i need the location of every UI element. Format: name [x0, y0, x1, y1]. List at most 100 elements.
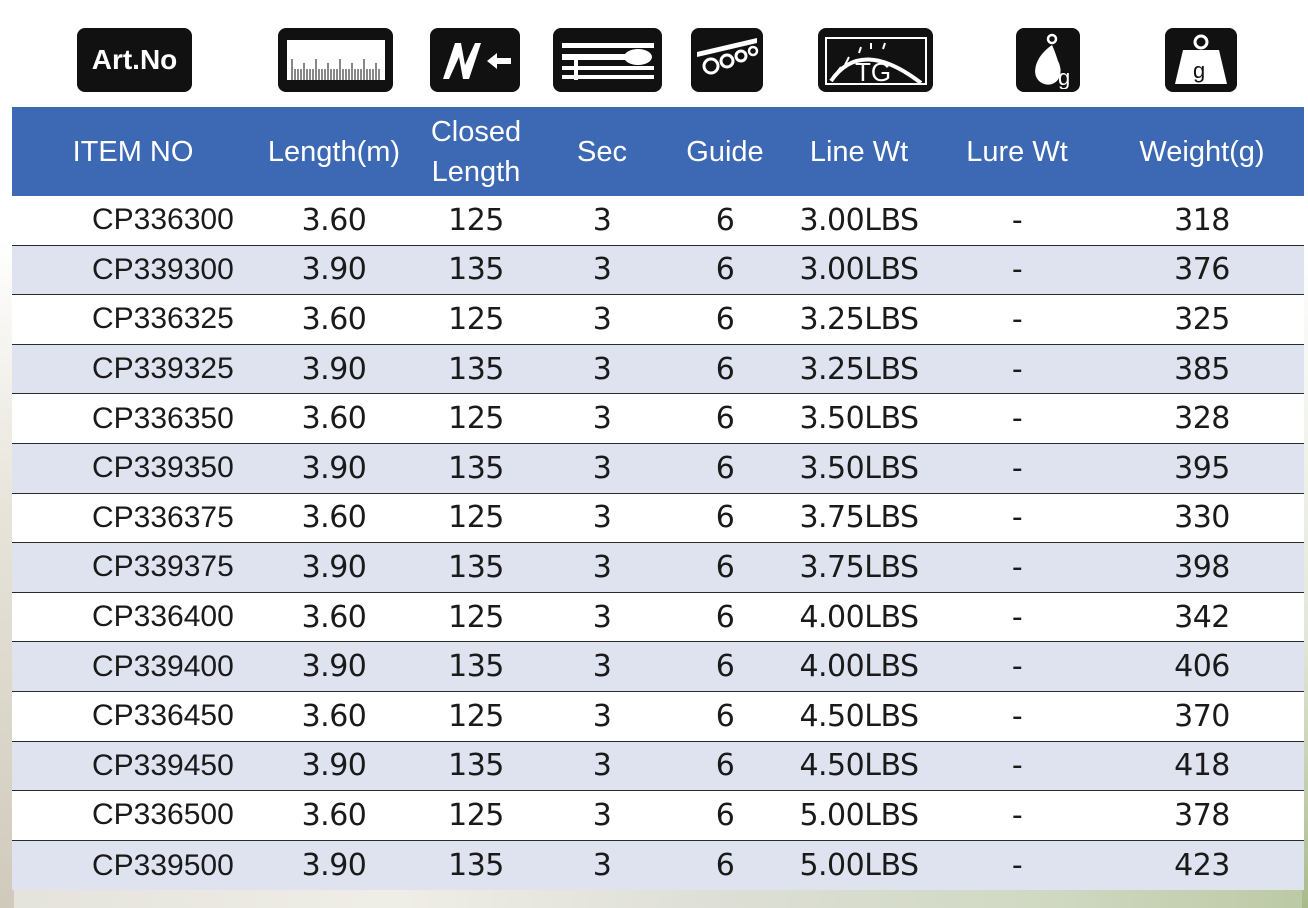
header-weight: Weight(g): [1139, 135, 1265, 168]
icon-legend-row: Art.No TG g g: [0, 28, 1308, 94]
cell-weight: 330: [1174, 500, 1230, 536]
cell-length: 3.60: [301, 401, 367, 437]
cell-closed-length: 125: [448, 797, 504, 833]
cell-length: 3.60: [301, 797, 367, 833]
header-lure-wt: Lure Wt: [966, 135, 1068, 168]
cell-sec: 3: [592, 202, 612, 238]
art-no-icon: Art.No: [77, 28, 192, 92]
cell-lure-wt: -: [1011, 500, 1023, 536]
cell-item-no: CP336300: [92, 203, 234, 237]
cell-line-wt: 4.00LBS: [799, 599, 919, 635]
cell-item-no: CP339400: [92, 649, 234, 683]
cell-weight: 406: [1174, 649, 1230, 685]
header-guide: Guide: [686, 135, 764, 168]
cell-line-wt: 3.25LBS: [799, 301, 919, 337]
cell-weight: 342: [1174, 599, 1230, 635]
cell-closed-length: 135: [448, 649, 504, 685]
cell-guide: 6: [715, 599, 735, 635]
cell-weight: 328: [1174, 401, 1230, 437]
cell-closed-length: 125: [448, 500, 504, 536]
cell-sec: 3: [592, 301, 612, 337]
table-row: CP339400 3.90 135 3 6 4.00LBS - 406: [12, 642, 1304, 692]
header-line-wt: Line Wt: [809, 135, 909, 168]
cell-closed-length: 125: [448, 599, 504, 635]
cell-weight: 418: [1174, 748, 1230, 784]
cell-lure-wt: -: [1011, 649, 1023, 685]
cell-closed-length: 125: [448, 401, 504, 437]
cell-length: 3.90: [301, 848, 367, 884]
header-length: Length(m): [267, 135, 401, 168]
table-row: CP339450 3.90 135 3 6 4.50LBS - 418: [12, 741, 1304, 792]
cell-sec: 3: [592, 698, 612, 734]
cell-lure-wt: -: [1011, 698, 1023, 734]
table-row: CP336400 3.60 125 3 6 4.00LBS - 342: [12, 592, 1304, 643]
cell-sec: 3: [592, 450, 612, 486]
test-curve-tg-icon: TG: [818, 28, 933, 92]
cell-item-no: CP336500: [92, 798, 234, 832]
cell-closed-length: 125: [448, 698, 504, 734]
cell-line-wt: 4.50LBS: [799, 748, 919, 784]
cell-guide: 6: [715, 748, 735, 784]
cell-item-no: CP336350: [92, 401, 234, 435]
cell-weight: 376: [1174, 252, 1230, 288]
cell-weight: 398: [1174, 549, 1230, 585]
header-sec: Sec: [577, 135, 627, 168]
cell-sec: 3: [592, 351, 612, 387]
table-row: CP336450 3.60 125 3 6 4.50LBS - 370: [12, 691, 1304, 742]
cell-length: 3.90: [301, 252, 367, 288]
lure-weight-icon: g: [1016, 28, 1080, 92]
cell-item-no: CP339500: [92, 848, 234, 882]
cell-sec: 3: [592, 848, 612, 884]
table-row: CP339300 3.90 135 3 6 3.00LBS - 376: [12, 245, 1304, 296]
cell-item-no: CP339325: [92, 352, 234, 386]
cell-line-wt: 3.25LBS: [799, 351, 919, 387]
cell-item-no: CP336375: [92, 500, 234, 534]
cell-weight: 423: [1174, 848, 1230, 884]
cell-length: 3.90: [301, 549, 367, 585]
cell-item-no: CP339350: [92, 451, 234, 485]
cell-guide: 6: [715, 301, 735, 337]
cell-item-no: CP336400: [92, 600, 234, 634]
cell-item-no: CP336325: [92, 302, 234, 336]
cell-length: 3.60: [301, 301, 367, 337]
cell-guide: 6: [715, 649, 735, 685]
cell-weight: 385: [1174, 351, 1230, 387]
tg-label: TG: [855, 57, 891, 87]
cell-sec: 3: [592, 797, 612, 833]
cell-line-wt: 5.00LBS: [799, 848, 919, 884]
cell-lure-wt: -: [1011, 549, 1023, 585]
cell-length: 3.90: [301, 748, 367, 784]
cell-closed-length: 135: [448, 351, 504, 387]
table-row: CP336300 3.60 125 3 6 3.00LBS - 318: [12, 196, 1304, 246]
cell-length: 3.60: [301, 599, 367, 635]
cell-item-no: CP339450: [92, 748, 234, 782]
cell-weight: 325: [1174, 301, 1230, 337]
table-row: CP339350 3.90 135 3 6 3.50LBS - 395: [12, 443, 1304, 494]
cell-line-wt: 3.00LBS: [799, 252, 919, 288]
cell-length: 3.60: [301, 500, 367, 536]
cell-line-wt: 3.50LBS: [799, 450, 919, 486]
table-body: CP336300 3.60 125 3 6 3.00LBS - 318 CP339300 3.90…: [12, 196, 1304, 891]
cell-weight: 318: [1174, 202, 1230, 238]
cell-line-wt: 5.00LBS: [799, 797, 919, 833]
cell-guide: 6: [715, 698, 735, 734]
cell-lure-wt: -: [1011, 599, 1023, 635]
cell-length: 3.90: [301, 649, 367, 685]
header-closed-line1: Closed: [430, 115, 522, 148]
cell-lure-wt: -: [1011, 748, 1023, 784]
cell-weight: 395: [1174, 450, 1230, 486]
cell-lure-wt: -: [1011, 401, 1023, 437]
cell-closed-length: 135: [448, 748, 504, 784]
cell-sec: 3: [592, 649, 612, 685]
cell-sec: 3: [592, 401, 612, 437]
cell-closed-length: 135: [448, 848, 504, 884]
cell-closed-length: 135: [448, 549, 504, 585]
table-row: CP336375 3.60 125 3 6 3.75LBS - 330: [12, 493, 1304, 544]
cell-sec: 3: [592, 500, 612, 536]
spec-sheet-page: Art.No TG g g ITEM NO Length(m) Closed L…: [0, 0, 1308, 908]
cell-weight: 378: [1174, 797, 1230, 833]
art-no-label: Art.No: [91, 44, 178, 75]
cell-closed-length: 135: [448, 252, 504, 288]
rod-sections-icon: [553, 28, 662, 92]
cell-sec: 3: [592, 252, 612, 288]
